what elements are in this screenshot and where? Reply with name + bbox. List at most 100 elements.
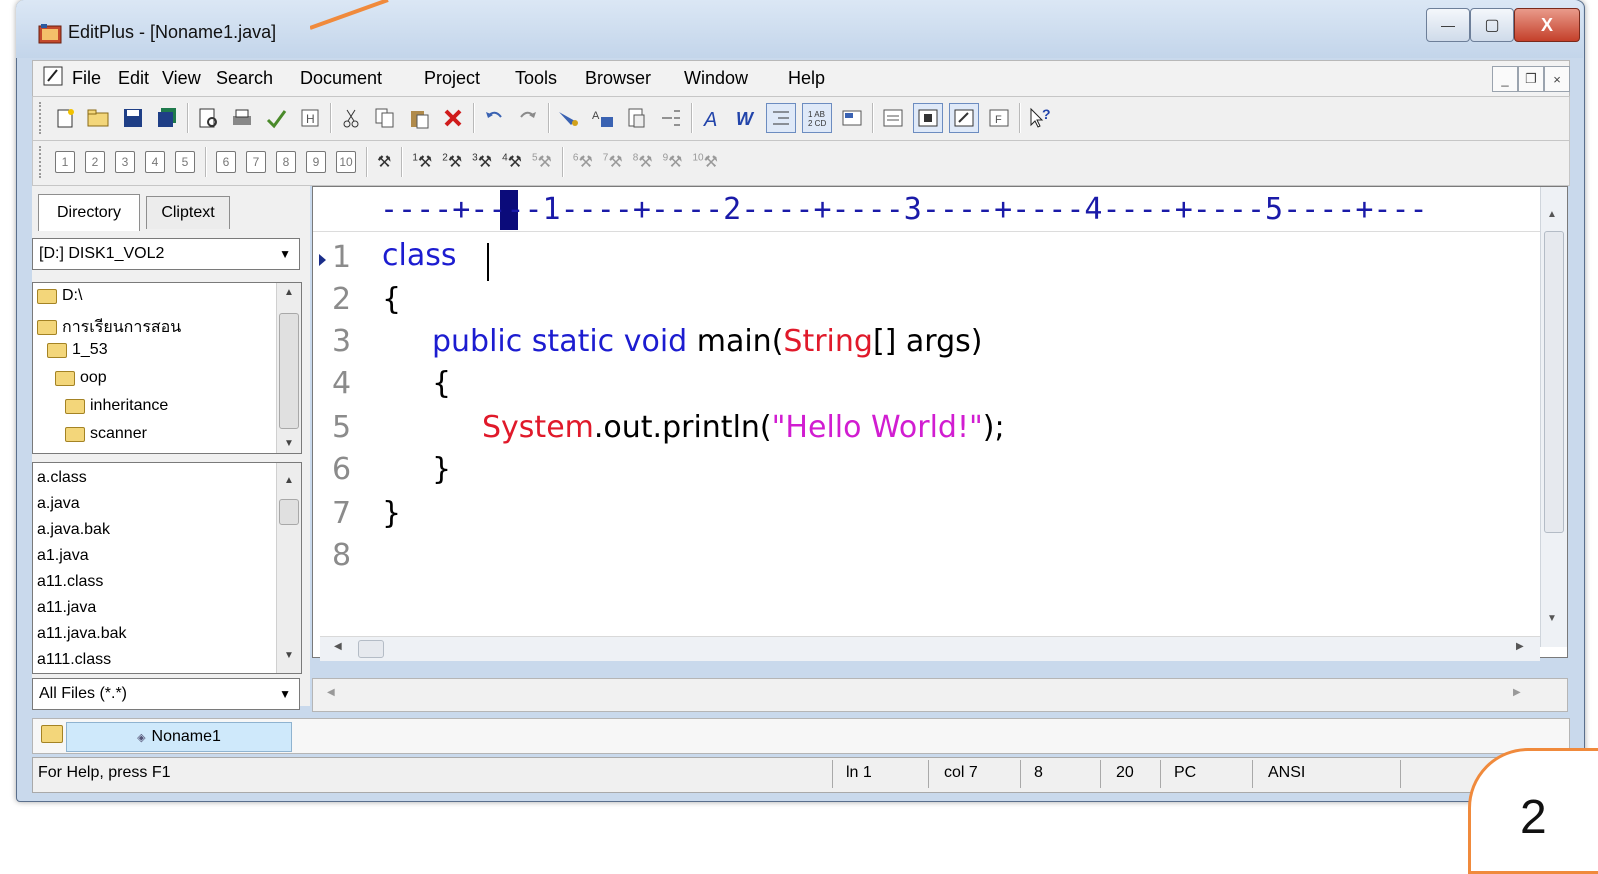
document-tab-noname1[interactable]: ◈ Noname1 <box>66 722 292 752</box>
menu-search[interactable]: Search <box>216 68 273 89</box>
undo-icon[interactable] <box>480 104 508 132</box>
menu-help[interactable]: Help <box>788 68 825 89</box>
minimize-button[interactable]: — <box>1426 8 1470 42</box>
hammer-tool-5-button[interactable]: 5⚒ <box>532 152 552 172</box>
editor-vertical-scrollbar[interactable]: ▲ ▼ <box>1540 187 1567 647</box>
tree-item[interactable]: oop <box>55 369 107 387</box>
hammer-tool-4-button[interactable]: 4⚒ <box>502 152 522 172</box>
hammer-tool-6-button[interactable]: 6⚒ <box>573 152 593 172</box>
directory-tree[interactable]: D:\ การเรียนการสอน 1_53 oop inheritance … <box>32 282 302 454</box>
mdi-close-button[interactable]: × <box>1544 66 1570 92</box>
menu-tools[interactable]: Tools <box>515 68 557 89</box>
cut-icon[interactable] <box>337 104 365 132</box>
goto-line-icon[interactable] <box>657 104 685 132</box>
mdi-restore-button[interactable]: ❐ <box>1518 66 1544 92</box>
scrollbar-thumb[interactable] <box>1544 231 1564 533</box>
html-toolbar-icon[interactable]: H <box>296 104 324 132</box>
user-tool-9-button[interactable]: 9 <box>306 151 326 173</box>
list-item[interactable]: a1.java <box>37 547 89 565</box>
tree-item[interactable]: inheritance <box>65 397 168 415</box>
scroll-right-icon[interactable]: ▶ <box>1516 641 1524 652</box>
spell-check-icon[interactable] <box>262 104 290 132</box>
status-line-ending[interactable]: PC <box>1174 764 1196 782</box>
list-item[interactable]: a.class <box>37 469 87 487</box>
user-tool-8-button[interactable]: 8 <box>276 151 296 173</box>
scroll-left-icon[interactable]: ◀ <box>327 687 335 698</box>
menu-project[interactable]: Project <box>424 68 480 89</box>
hammer-tool-3-button[interactable]: 3⚒ <box>472 152 492 172</box>
help-pointer-icon[interactable]: ? <box>1026 104 1054 132</box>
new-file-icon[interactable] <box>51 104 79 132</box>
find-icon[interactable] <box>555 104 583 132</box>
menu-browser[interactable]: Browser <box>585 68 651 89</box>
scroll-up-icon[interactable]: ▲ <box>1547 209 1557 220</box>
tree-item[interactable]: scanner <box>65 425 147 443</box>
list-item[interactable]: a.java.bak <box>37 521 110 539</box>
user-tool-10-button[interactable]: 10 <box>336 151 356 173</box>
user-tool-7-button[interactable]: 7 <box>246 151 266 173</box>
find-in-files-icon[interactable] <box>623 104 651 132</box>
code-line-4[interactable]: { <box>432 366 451 401</box>
tree-item[interactable]: การเรียนการสอน <box>37 315 181 340</box>
hammer-tool-2-button[interactable]: 2⚒ <box>442 152 462 172</box>
menu-view[interactable]: View <box>162 68 201 89</box>
code-line-2[interactable]: { <box>382 282 401 317</box>
tree-item[interactable]: D:\ <box>37 287 82 305</box>
user-tool-1-button[interactable]: 1 <box>55 151 75 173</box>
font-icon[interactable]: A <box>698 104 726 132</box>
folder-icon[interactable] <box>41 725 63 743</box>
list-item[interactable]: a11.java <box>37 599 96 617</box>
scroll-left-icon[interactable]: ◀ <box>334 641 342 652</box>
user-tool-6-button[interactable]: 6 <box>216 151 236 173</box>
directory-tree-scrollbar[interactable]: ▲ ▼ <box>276 283 301 453</box>
list-item[interactable]: a11.class <box>37 573 103 591</box>
hammer-tool-7-button[interactable]: 7⚒ <box>603 152 623 172</box>
list-item[interactable]: a.java <box>37 495 80 513</box>
preferences-icon[interactable] <box>838 104 866 132</box>
file-list-scrollbar[interactable]: ▲ ▼ <box>276 463 301 673</box>
document-icon[interactable] <box>42 65 64 87</box>
paste-icon[interactable] <box>405 104 433 132</box>
editor-horizontal-scrollbar[interactable]: ◀ ▶ <box>320 636 1540 661</box>
menu-edit[interactable]: Edit <box>118 68 149 89</box>
scroll-down-icon[interactable]: ▼ <box>277 650 301 661</box>
toolbar-grip[interactable] <box>39 146 45 178</box>
save-icon[interactable] <box>119 104 147 132</box>
scrollbar-thumb[interactable] <box>358 640 384 658</box>
list-item[interactable]: a11.java.bak <box>37 625 127 643</box>
close-button[interactable]: X <box>1514 8 1580 42</box>
print-preview-icon[interactable] <box>194 104 222 132</box>
scroll-down-icon[interactable]: ▼ <box>277 438 301 449</box>
copy-icon[interactable] <box>371 104 399 132</box>
output-window-icon[interactable] <box>879 104 907 132</box>
line-number-toggle-icon[interactable]: 1 AB 2 CD <box>802 103 832 133</box>
scroll-up-icon[interactable]: ▲ <box>277 475 301 486</box>
hammer-tool-9-button[interactable]: 9⚒ <box>663 152 683 172</box>
file-list[interactable]: a.class a.java a.java.bak a1.java a11.cl… <box>32 462 302 674</box>
replace-icon[interactable]: A <box>589 104 617 132</box>
output-horizontal-scrollbar[interactable]: ◀ ▶ <box>312 678 1568 712</box>
scrollbar-thumb[interactable] <box>279 499 299 525</box>
file-type-filter-select[interactable]: All Files (*.*) ▼ <box>32 678 300 710</box>
cliptext-window-icon[interactable] <box>913 103 943 133</box>
print-icon[interactable] <box>228 104 256 132</box>
save-all-icon[interactable] <box>153 104 181 132</box>
list-item[interactable]: a111.class <box>37 651 111 669</box>
word-wrap-icon[interactable]: W <box>732 104 760 132</box>
hammer-tool-10-button[interactable]: 10⚒ <box>693 152 718 172</box>
code-line-7[interactable]: } <box>382 496 401 531</box>
code-line-1[interactable]: class <box>382 238 456 273</box>
code-line-5[interactable]: System.out.println("Hello World!"); <box>482 410 1005 445</box>
indent-toggle-icon[interactable] <box>766 103 796 133</box>
directory-window-icon[interactable] <box>949 103 979 133</box>
toolbar-grip[interactable] <box>39 102 45 134</box>
fullscreen-icon[interactable]: F <box>985 104 1013 132</box>
menu-document[interactable]: Document <box>300 68 382 89</box>
tab-cliptext[interactable]: Cliptext <box>146 196 230 229</box>
code-line-3[interactable]: public static void main(String[] args) <box>432 324 982 359</box>
hammer-tool-8-button[interactable]: 8⚒ <box>633 152 653 172</box>
maximize-button[interactable]: ▢ <box>1470 8 1514 42</box>
tree-item[interactable]: 1_53 <box>47 341 108 359</box>
mdi-minimize-button[interactable]: _ <box>1492 66 1518 92</box>
build-hammer-icon[interactable]: ⚒ <box>377 152 391 172</box>
